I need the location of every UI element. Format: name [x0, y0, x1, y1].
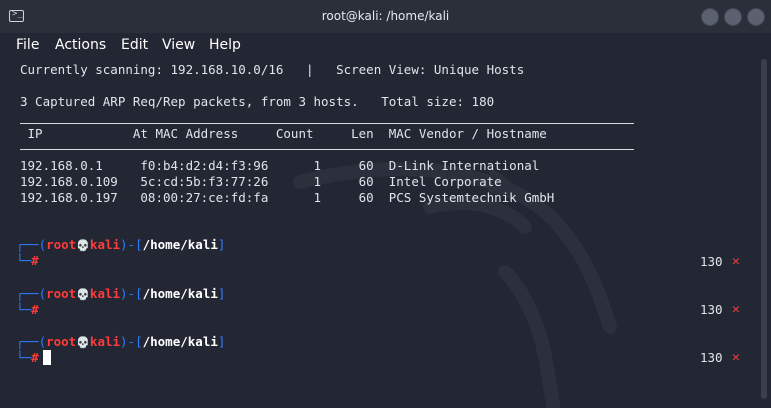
x-mark-icon: ✕	[732, 350, 740, 365]
scrollbar-thumb[interactable]	[761, 59, 767, 399]
skull-icon: 💀	[76, 239, 90, 252]
vertical-scrollbar[interactable]	[757, 57, 771, 408]
x-mark-icon: ✕	[732, 302, 740, 317]
shell-prompt-second-line: └─#	[16, 350, 39, 365]
scan-summary-line: 3 Captured ARP Req/Rep packets, from 3 h…	[20, 94, 495, 109]
table-row: 192.168.0.1 f0:b4:d2:d4:f3:96 1 60 D-Lin…	[20, 158, 540, 173]
menu-help[interactable]: Help	[209, 37, 241, 53]
exit-code: 130	[700, 302, 723, 317]
terminal-window: >_ root@kali: /home/kali File Actions Ed…	[0, 0, 771, 408]
shell-prompt: ┌──(root💀kali)-[/home/kali]	[16, 334, 226, 349]
maximize-button[interactable]	[724, 8, 742, 26]
text-cursor[interactable]	[43, 350, 51, 365]
skull-icon: 💀	[76, 336, 90, 349]
table-header-divider	[20, 149, 634, 150]
skull-icon: 💀	[76, 288, 90, 301]
table-row: 192.168.0.109 5c:cd:5b:f3:77:26 1 60 Int…	[20, 174, 502, 189]
title-bar[interactable]: >_ root@kali: /home/kali	[0, 0, 771, 33]
shell-prompt-second-line: └─#	[16, 253, 39, 268]
x-mark-icon: ✕	[732, 254, 740, 269]
shell-prompt: ┌──(root💀kali)-[/home/kali]	[16, 286, 226, 301]
minimize-button[interactable]	[701, 8, 719, 26]
scan-status-line: Currently scanning: 192.168.10.0/16 | Sc…	[20, 62, 525, 77]
exit-code: 130	[700, 350, 723, 365]
table-top-divider	[20, 123, 634, 124]
menu-file[interactable]: File	[16, 37, 39, 53]
menu-bar: File Actions Edit View Help	[0, 33, 771, 57]
table-header: IP At MAC Address Count Len MAC Vendor /…	[20, 126, 547, 141]
table-row: 192.168.0.197 08:00:27:ce:fd:fa 1 60 PCS…	[20, 190, 555, 205]
close-button[interactable]	[747, 8, 765, 26]
shell-prompt: ┌──(root💀kali)-[/home/kali]	[16, 237, 226, 252]
terminal-output[interactable]: Currently scanning: 192.168.10.0/16 | Sc…	[0, 57, 757, 408]
shell-prompt-second-line: └─#	[16, 302, 39, 317]
menu-actions[interactable]: Actions	[55, 37, 106, 53]
menu-view[interactable]: View	[162, 37, 195, 53]
exit-code: 130	[700, 254, 723, 269]
menu-edit[interactable]: Edit	[121, 37, 148, 53]
window-title: root@kali: /home/kali	[321, 9, 450, 23]
